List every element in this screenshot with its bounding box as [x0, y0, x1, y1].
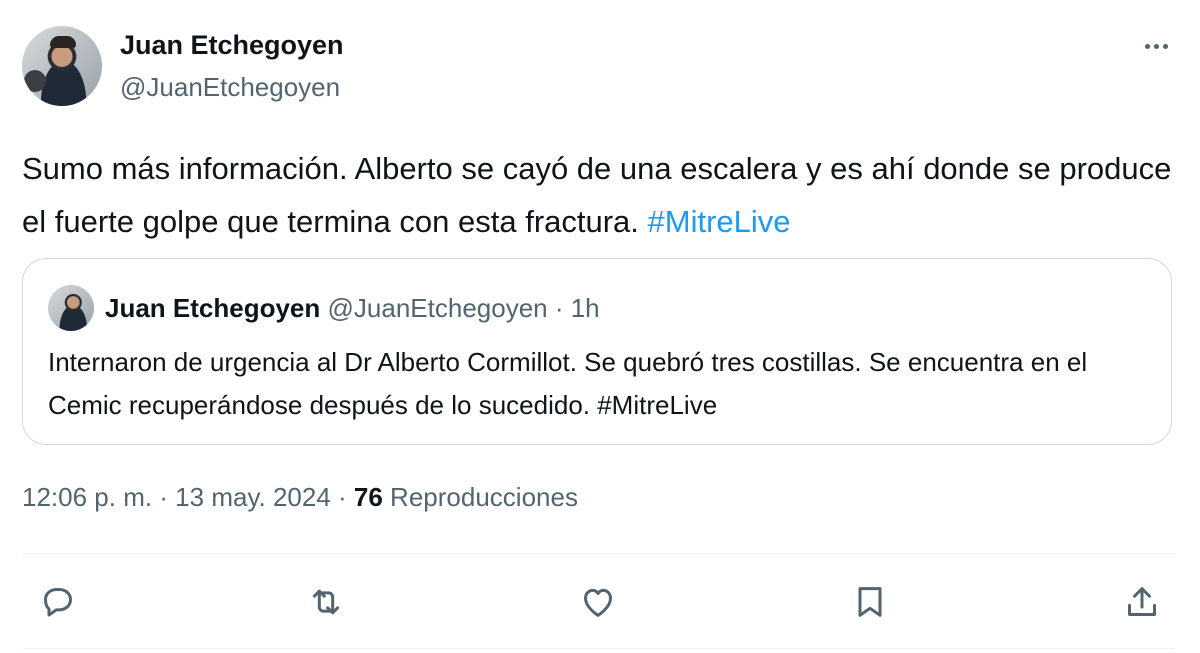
views-count: 76: [353, 482, 383, 512]
hashtag-link[interactable]: #MitreLive: [648, 204, 791, 239]
more-icon[interactable]: [1134, 34, 1178, 58]
heart-icon[interactable]: [572, 576, 624, 628]
more-dot: [1162, 43, 1168, 49]
retweet-icon[interactable]: [300, 576, 352, 628]
divider: [22, 553, 1174, 554]
quoted-tweet-text: Internaron de urgencia al Dr Alberto Cor…: [48, 347, 1088, 420]
quoted-author-meta: @JuanEtchegoyen · 1h: [327, 293, 600, 323]
avatar-hair: [50, 36, 76, 48]
action-bar: [22, 576, 1174, 628]
more-dot: [1144, 43, 1150, 49]
views-label: Reproducciones: [382, 482, 578, 512]
share-icon[interactable]: [1116, 576, 1168, 628]
quoted-tweet-card[interactable]: Juan Etchegoyen @JuanEtchegoyen · 1h Int…: [22, 258, 1172, 445]
author-name[interactable]: Juan Etchegoyen: [120, 30, 344, 61]
quoted-author-avatar[interactable]: [48, 285, 94, 331]
quoted-author-name[interactable]: Juan Etchegoyen: [105, 293, 320, 323]
divider: [22, 648, 1174, 649]
tweet-text: Sumo más información. Alberto se cayó de…: [22, 142, 1172, 248]
timestamp[interactable]: 12:06 p. m. · 13 may. 2024 ·: [22, 482, 354, 512]
tweet-meta: 12:06 p. m. · 13 may. 2024 · 76 Reproduc…: [22, 482, 578, 513]
more-dot: [1153, 43, 1159, 49]
reply-icon[interactable]: [32, 576, 84, 628]
bookmark-icon[interactable]: [844, 576, 896, 628]
avatar-microphone: [24, 70, 46, 92]
author-avatar[interactable]: [22, 26, 102, 106]
quoted-tweet-header: Juan Etchegoyen @JuanEtchegoyen · 1h: [105, 293, 600, 324]
author-handle[interactable]: @JuanEtchegoyen: [120, 72, 340, 103]
tweet-body: Sumo más información. Alberto se cayó de…: [22, 151, 1172, 239]
